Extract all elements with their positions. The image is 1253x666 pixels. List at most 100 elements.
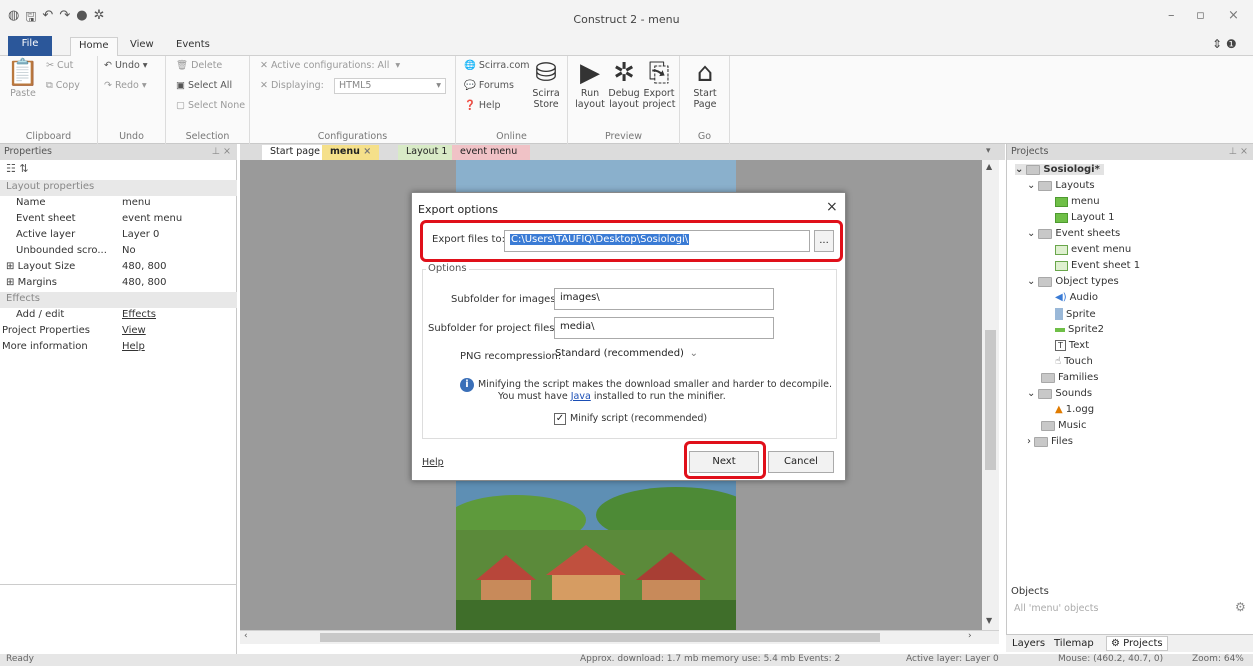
redo-button[interactable]: ↷ Redo ▾ (104, 80, 147, 91)
scroll-thumb[interactable] (985, 330, 996, 470)
dialog-title: Export options (418, 203, 499, 216)
tab-tilemap[interactable]: Tilemap (1054, 638, 1094, 649)
displaying-select[interactable]: HTML5 ▾ (334, 78, 446, 94)
tree-folder-event-sheets[interactable]: ⌄ Event sheets (1027, 228, 1120, 239)
tree-folder-sounds[interactable]: ⌄ Sounds (1027, 388, 1092, 399)
tab-close-icon[interactable]: × (363, 146, 371, 157)
tab-home[interactable]: Home (70, 37, 118, 56)
tree-folder-files[interactable]: › Files (1027, 436, 1073, 447)
property-row[interactable]: Project Properties View (0, 324, 237, 340)
active-configurations-dropdown[interactable]: ✕ Active configurations: All ▾ (260, 60, 400, 71)
vertical-scrollbar[interactable]: ▲ ▼ (982, 160, 999, 630)
tree-folder-object-types[interactable]: ⌄ Object types (1027, 276, 1119, 287)
minify-checkbox[interactable]: ✓ (554, 413, 566, 425)
tree-item-menu[interactable]: menu (1055, 196, 1100, 207)
tab-event-menu[interactable]: event menu (452, 145, 530, 160)
tree-item-sprite2[interactable]: Sprite2 (1055, 324, 1104, 335)
title-bar: ◍ 🖫 ↶ ↷ ● ✲ Construct 2 - menu – ▫ × (0, 0, 1253, 34)
sprite-icon (1055, 308, 1063, 320)
cut-button[interactable]: ✂ Cut (46, 60, 73, 71)
tree-item-touch[interactable]: ☝ Touch (1055, 356, 1093, 367)
property-row[interactable]: Active layer Layer 0 (0, 228, 237, 244)
view-link[interactable]: View (122, 325, 146, 336)
browse-button[interactable]: ... (814, 230, 834, 252)
group-label: Clipboard (25, 131, 72, 142)
sort-icons[interactable]: ☷ ⇅ (6, 162, 29, 175)
property-row[interactable]: More information Help (0, 340, 237, 356)
tree-project-root[interactable]: ⌄ Sosiologi* (1015, 164, 1104, 175)
subfolder-project-label: Subfolder for project files: (428, 323, 558, 334)
store-icon: ⛁ (535, 58, 557, 88)
horizontal-scrollbar[interactable]: ‹ › (240, 630, 999, 644)
property-row[interactable]: Add / edit Effects (0, 308, 237, 324)
tree-item-text[interactable]: T Text (1055, 340, 1089, 351)
delete-button[interactable]: 🗑 Delete (176, 60, 222, 71)
copy-button[interactable]: ⧉ Copy (46, 80, 80, 91)
restore-button[interactable]: ▫ (1196, 8, 1205, 23)
paste-button[interactable]: 📋 Paste (6, 58, 40, 99)
ribbon-collapse-icon[interactable]: ⇕ ❶ (1212, 37, 1237, 51)
tree-item-audio[interactable]: ◀) Audio (1055, 292, 1098, 303)
tab-file[interactable]: File (8, 36, 52, 56)
tab-menu[interactable]: menu × (322, 145, 380, 160)
scroll-thumb[interactable] (320, 633, 880, 642)
next-button[interactable]: Next (689, 451, 759, 473)
png-recompression-select[interactable]: Standard (recommended) ⌄ (552, 345, 702, 365)
property-row[interactable]: Unbounded scro... No (0, 244, 237, 260)
tab-layout-1[interactable]: Layout 1 (398, 145, 456, 160)
start-page-button[interactable]: ⌂ Start Page (688, 58, 722, 110)
undo-button[interactable]: ↶ Undo ▾ (104, 60, 148, 71)
scroll-down-icon[interactable]: ▼ (986, 616, 992, 625)
subfolder-project-input[interactable]: media\ (554, 317, 774, 339)
tree-folder-families[interactable]: Families (1041, 372, 1098, 383)
panel-close-icon[interactable]: ⊥ × (1229, 146, 1248, 157)
subfolder-images-input[interactable]: images\ (554, 288, 774, 310)
tree-folder-music[interactable]: Music (1041, 420, 1086, 431)
tree-folder-layouts[interactable]: ⌄ Layouts (1027, 180, 1095, 191)
forums-link[interactable]: 💬 Forums (464, 80, 514, 91)
dialog-help-link[interactable]: Help (422, 457, 444, 468)
tab-view[interactable]: View (122, 37, 162, 56)
java-link[interactable]: Java (571, 391, 591, 402)
property-row[interactable]: Event sheet event menu (0, 212, 237, 228)
status-download: Approx. download: 1.7 mb memory use: 5.4… (580, 654, 841, 664)
tab-layers[interactable]: Layers (1012, 638, 1045, 649)
document-tab-bar: Start page menu × Layout 1 event menu ▾ (240, 144, 1005, 160)
tab-list-icon[interactable]: ▾ (986, 146, 991, 156)
close-button[interactable]: × (1228, 8, 1239, 23)
tab-events[interactable]: Events (168, 37, 218, 56)
property-row[interactable]: Name menu (0, 196, 237, 212)
export-project-button[interactable]: ⎘ Export project (642, 58, 676, 110)
tree-item-sound-file[interactable]: ▲ 1.ogg (1055, 404, 1094, 415)
tree-item-layout-1[interactable]: Layout 1 (1055, 212, 1115, 223)
property-row[interactable]: Layout properties (0, 180, 237, 196)
panel-close-icon[interactable]: ⊥ × (212, 146, 231, 157)
minimize-button[interactable]: – (1168, 8, 1175, 23)
tree-item-sprite[interactable]: Sprite (1055, 308, 1096, 320)
tab-projects[interactable]: ⚙ Projects (1106, 636, 1168, 651)
scirra-link[interactable]: 🌐 Scirra.com (464, 60, 530, 71)
tree-item-event-menu[interactable]: event menu (1055, 244, 1131, 255)
tab-start-page[interactable]: Start page (262, 145, 328, 160)
select-none-button[interactable]: ▢ Select None (176, 100, 245, 111)
divider (0, 584, 237, 585)
property-row[interactable]: ⊞ Margins 480, 800 (0, 276, 237, 292)
scroll-left-icon[interactable]: ‹ (244, 631, 248, 641)
filter-icon[interactable]: ⚙ (1235, 600, 1246, 614)
debug-layout-button[interactable]: ✲ Debug layout (608, 58, 640, 110)
tree-item-event-sheet-1[interactable]: Event sheet 1 (1055, 260, 1140, 271)
select-all-button[interactable]: ▣ Select All (176, 80, 232, 91)
scroll-right-icon[interactable]: › (968, 631, 972, 641)
dialog-close-icon[interactable]: × (826, 199, 838, 215)
scroll-up-icon[interactable]: ▲ (986, 162, 992, 171)
objects-filter-input[interactable]: All 'menu' objects (1011, 602, 1231, 618)
help-link[interactable]: ❓ Help (464, 100, 501, 111)
cancel-button[interactable]: Cancel (768, 451, 834, 473)
help-link[interactable]: Help (122, 341, 145, 352)
property-row[interactable]: ⊞ Layout Size 480, 800 (0, 260, 237, 276)
run-layout-button[interactable]: ▶ Run layout (574, 58, 606, 110)
store-button[interactable]: ⛁ Scirra Store (528, 58, 564, 110)
effects-link[interactable]: Effects (122, 309, 156, 320)
property-row[interactable]: Effects (0, 292, 237, 308)
export-path-input[interactable]: C:\Users\TAUFIQ\Desktop\Sosiologi\ (504, 230, 810, 252)
